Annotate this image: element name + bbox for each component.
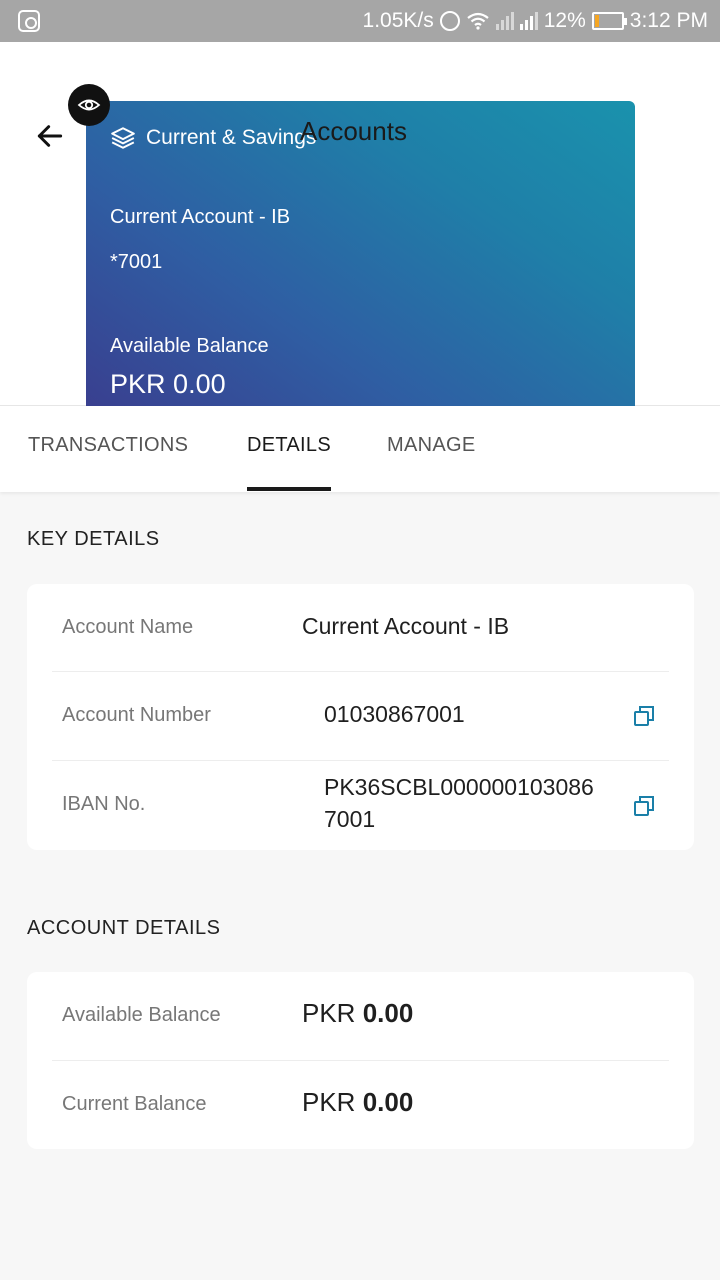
- copy-icon[interactable]: [633, 795, 655, 817]
- battery-icon: [591, 12, 627, 30]
- current-balance-label: Current Balance: [62, 1093, 207, 1115]
- available-balance-value: PKR 0.00: [302, 997, 413, 1029]
- card-balance-value: PKR 0.00: [110, 369, 226, 400]
- card-account-name: Current Account - IB: [110, 206, 291, 228]
- arrow-left-icon: [37, 125, 63, 147]
- tab-details[interactable]: DETAILS: [247, 434, 331, 457]
- current-balance-currency: PKR: [302, 1087, 356, 1117]
- clock: 3:12 PM: [629, 9, 708, 32]
- battery-percent: 12%: [543, 9, 586, 32]
- signal-icon: [519, 12, 538, 30]
- iban-value: PK36SCBL000000103086 7001: [324, 771, 594, 835]
- notification-icon: [18, 10, 40, 32]
- tab-bar: TRANSACTIONS DETAILS MANAGE: [0, 406, 720, 492]
- available-balance-amount: 0.00: [362, 998, 414, 1028]
- layers-icon: [111, 127, 135, 149]
- account-name-value: Current Account - IB: [302, 613, 510, 639]
- alarm-icon: [439, 11, 460, 31]
- available-balance-label: Available Balance: [62, 1004, 221, 1026]
- detail-row-account-number: Account Number 01030867001: [52, 672, 669, 761]
- copy-icon[interactable]: [633, 705, 655, 727]
- iban-value-line1: PK36SCBL000000103086: [324, 774, 594, 800]
- signal-icon: [495, 12, 514, 30]
- account-name-label: Account Name: [62, 616, 194, 638]
- net-speed: 1.05K/s: [362, 9, 434, 32]
- iban-value-line2: 7001: [324, 806, 376, 832]
- account-card[interactable]: Current & Savings Current Account - IB *…: [86, 101, 635, 424]
- tab-manage[interactable]: MANAGE: [387, 434, 475, 457]
- status-bar: 1.05K/s 12% 3:12 PM: [0, 0, 720, 42]
- iban-label: IBAN No.: [62, 793, 146, 815]
- available-balance-currency: PKR: [302, 998, 356, 1028]
- detail-row-available-balance: Available Balance PKR 0.00: [52, 972, 669, 1061]
- account-number-label: Account Number: [62, 704, 211, 726]
- accounts-header: Current & Savings Current Account - IB *…: [0, 42, 720, 424]
- card-balance-amount: 0.00: [173, 369, 226, 399]
- current-balance-amount: 0.00: [362, 1087, 414, 1117]
- active-tab-indicator: [247, 487, 331, 491]
- card-account-number: *7001: [110, 251, 163, 273]
- eye-icon: [77, 99, 101, 111]
- account-type: Current & Savings: [110, 125, 316, 151]
- toggle-visibility-button[interactable]: [68, 84, 110, 126]
- card-balance-label: Available Balance: [110, 335, 269, 357]
- detail-row-iban: IBAN No. PK36SCBL000000103086 7001: [52, 761, 669, 850]
- detail-row-account-name: Account Name Current Account - IB: [52, 584, 669, 672]
- key-details-title: KEY DETAILS: [27, 528, 160, 550]
- status-bar-right: 1.05K/s 12% 3:12 PM: [363, 6, 708, 36]
- account-details-panel: Available Balance PKR 0.00 Current Balan…: [27, 972, 694, 1149]
- current-balance-value: PKR 0.00: [302, 1086, 413, 1118]
- detail-row-current-balance: Current Balance PKR 0.00: [52, 1061, 669, 1149]
- account-type-label: Current & Savings: [146, 126, 317, 149]
- tab-transactions[interactable]: TRANSACTIONS: [28, 434, 188, 457]
- account-number-value: 01030867001: [324, 701, 465, 727]
- page-title: Accounts: [300, 116, 407, 146]
- back-button[interactable]: [30, 116, 70, 156]
- account-details-title: ACCOUNT DETAILS: [27, 917, 221, 939]
- key-details-panel: Account Name Current Account - IB Accoun…: [27, 584, 694, 850]
- card-balance-currency: PKR: [110, 369, 166, 399]
- wifi-icon: [467, 12, 489, 30]
